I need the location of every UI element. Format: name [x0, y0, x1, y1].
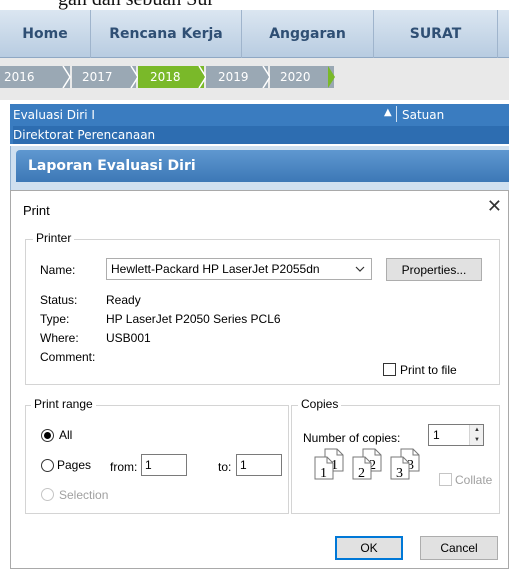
nav-rencana-kerja[interactable]: Rencana Kerja: [91, 10, 242, 58]
spin-down-icon[interactable]: ▼: [470, 435, 484, 445]
year-2017[interactable]: 2017: [72, 66, 139, 88]
chevron-down-icon: [355, 266, 365, 272]
year-2018[interactable]: 2018: [138, 66, 207, 88]
name-label: Name:: [40, 263, 76, 277]
number-of-copies-label: Number of copies:: [303, 431, 401, 445]
status-label: Status:: [40, 293, 78, 307]
row-label: Direktorat Perencanaan: [13, 128, 156, 142]
year-2020[interactable]: 2020: [270, 66, 335, 88]
svg-text:1: 1: [320, 466, 327, 481]
printer-name-value: Hewlett-Packard HP LaserJet P2055dn: [111, 262, 320, 276]
year-2019[interactable]: 2019: [206, 66, 271, 88]
from-label: from:: [110, 460, 138, 474]
print-to-file-checkbox[interactable]: [383, 363, 396, 376]
clipped-heading: gan dan sebuah Sur: [0, 0, 509, 10]
type-label: Type:: [40, 312, 70, 326]
print-range-legend: Print range: [31, 397, 96, 411]
to-label: to:: [218, 460, 232, 474]
type-value: HP LaserJet P2050 Series PCL6: [106, 312, 281, 326]
table-header: Evaluasi Diri I ▲ Satuan Direktorat Pere…: [10, 104, 509, 144]
top-navbar: Home Rencana Kerja Anggaran SURAT: [0, 10, 509, 58]
close-icon[interactable]: ✕: [487, 196, 502, 217]
copies-value: 1: [433, 428, 440, 442]
column-header-evaluasi[interactable]: Evaluasi Diri I: [13, 108, 95, 122]
sort-icon[interactable]: ▲: [384, 107, 392, 118]
nav-anggaran[interactable]: Anggaran: [242, 10, 374, 58]
column-separator: [396, 106, 397, 122]
collate-checkbox[interactable]: [439, 473, 452, 486]
copies-legend: Copies: [298, 397, 342, 411]
chevron-right-icon: [328, 66, 335, 88]
svg-text:2: 2: [358, 466, 365, 481]
cancel-button[interactable]: Cancel: [420, 536, 498, 560]
selection-label[interactable]: Selection: [59, 488, 108, 502]
properties-button[interactable]: Properties...: [386, 258, 482, 281]
pages-radio[interactable]: [41, 459, 54, 472]
modal-title: Laporan Evaluasi Diri: [16, 150, 509, 182]
spin-up-icon[interactable]: ▲: [470, 425, 484, 435]
year-selector: 2016 2017 2018 2019 2020: [0, 58, 509, 100]
collate-label[interactable]: Collate: [455, 473, 492, 487]
to-input[interactable]: 1: [236, 454, 282, 476]
clipped-heading-text: gan dan sebuah Sur: [58, 0, 214, 10]
nav-surat[interactable]: SURAT: [374, 10, 498, 58]
collate-pages-icon: 1 1 2 2 3 3: [314, 448, 420, 481]
table-row: Direktorat Perencanaan: [13, 126, 509, 144]
nav-home[interactable]: Home: [0, 10, 91, 58]
status-value: Ready: [106, 293, 141, 307]
where-value: USB001: [106, 331, 151, 345]
all-label[interactable]: All: [59, 428, 72, 442]
printer-name-select[interactable]: Hewlett-Packard HP LaserJet P2055dn: [106, 258, 372, 280]
dialog-title: Print: [23, 203, 50, 218]
where-label: Where:: [40, 331, 79, 345]
pages-label[interactable]: Pages: [57, 458, 91, 472]
ok-button[interactable]: OK: [335, 536, 403, 560]
print-dialog: Print ✕ Printer Name: Hewlett-Packard HP…: [10, 190, 509, 569]
column-header-satuan[interactable]: Satuan: [402, 108, 444, 122]
print-to-file-label[interactable]: Print to file: [400, 363, 457, 377]
printer-legend: Printer: [33, 231, 75, 245]
selection-radio[interactable]: [41, 488, 54, 501]
comment-label: Comment:: [40, 350, 96, 364]
year-2016[interactable]: 2016: [0, 66, 71, 88]
svg-text:3: 3: [396, 466, 403, 481]
from-input[interactable]: 1: [141, 454, 187, 476]
copies-spinner[interactable]: ▲ ▼: [469, 425, 483, 445]
all-radio[interactable]: [41, 429, 54, 442]
